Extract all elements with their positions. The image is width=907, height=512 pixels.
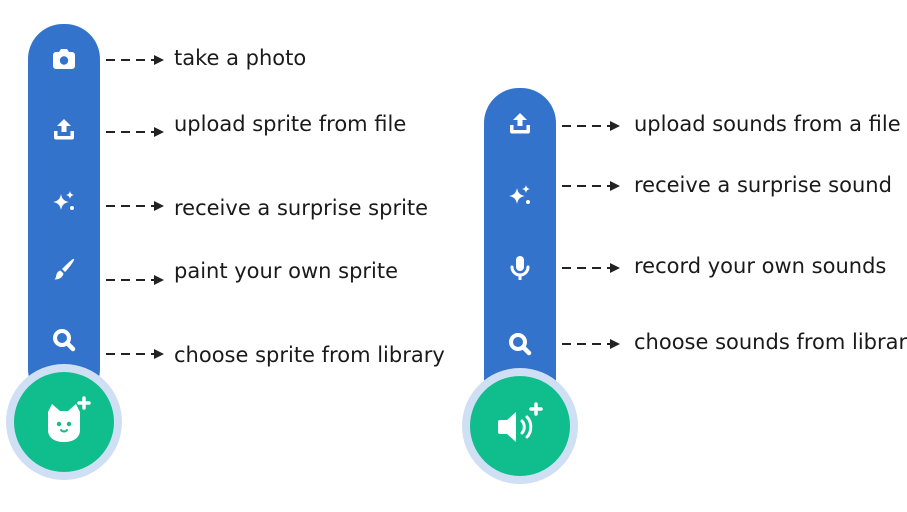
sound-menu-label: record your own sounds bbox=[634, 254, 887, 278]
pointer-arrow bbox=[562, 120, 620, 132]
pointer-arrow bbox=[562, 180, 620, 192]
sprite-menu-label: receive a surprise sprite bbox=[174, 196, 429, 220]
camera-icon[interactable] bbox=[46, 42, 82, 78]
microphone-icon[interactable] bbox=[502, 250, 538, 286]
cat-add-icon bbox=[48, 396, 91, 442]
upload-icon[interactable] bbox=[502, 106, 538, 142]
pointer-arrow bbox=[106, 54, 164, 66]
pointer-arrow bbox=[106, 348, 164, 360]
choose-sound-button[interactable] bbox=[470, 376, 570, 476]
sprite-menu-label: paint your own sprite bbox=[174, 259, 399, 283]
search-icon[interactable] bbox=[502, 326, 538, 362]
sound-add-icon bbox=[498, 402, 543, 442]
upload-icon[interactable] bbox=[46, 112, 82, 148]
sound-menu-label: choose sounds from library bbox=[634, 330, 907, 354]
choose-sprite-button[interactable] bbox=[14, 372, 114, 472]
paintbrush-icon[interactable] bbox=[46, 252, 82, 288]
sound-menu-label: upload sounds from a file bbox=[634, 112, 901, 136]
sprite-menu-label: upload sprite from file bbox=[174, 112, 407, 136]
pointer-arrow bbox=[106, 126, 164, 138]
pointer-arrow bbox=[562, 338, 620, 350]
sprite-menu-label: choose sprite from library bbox=[174, 343, 445, 367]
search-icon[interactable] bbox=[46, 322, 82, 358]
surprise-sparkle-icon[interactable] bbox=[46, 184, 82, 220]
pointer-arrow bbox=[562, 262, 620, 274]
sprite-menu-label: take a photo bbox=[174, 46, 307, 70]
surprise-sparkle-icon[interactable] bbox=[502, 178, 538, 214]
pointer-arrow bbox=[106, 274, 164, 286]
sound-menu-label: receive a surprise sound bbox=[634, 173, 892, 197]
pointer-arrow bbox=[106, 200, 164, 212]
